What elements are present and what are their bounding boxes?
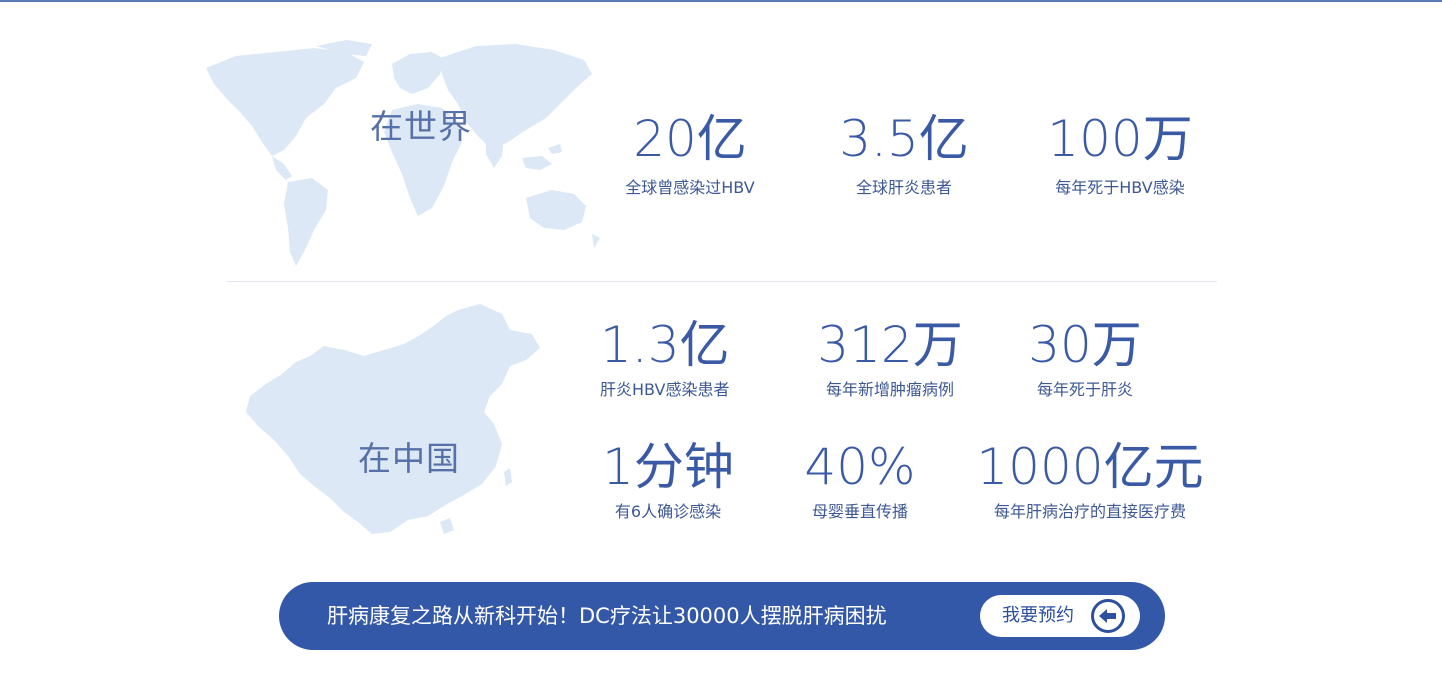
section-divider bbox=[227, 281, 1217, 282]
stat-caption: 母婴垂直传播 bbox=[811, 502, 908, 521]
stat-value: 100万 bbox=[1047, 110, 1193, 168]
stat-value: 312万 bbox=[817, 316, 963, 374]
world-region-label: 在世界 bbox=[370, 107, 472, 146]
stat-caption: 肝炎HBV感染患者 bbox=[600, 380, 730, 399]
stat-value: 30万 bbox=[1028, 316, 1142, 374]
stat-value: 1000亿元 bbox=[976, 438, 1204, 496]
china-map-image bbox=[240, 300, 545, 540]
stat-china-vertical-transmission: 40% 母婴垂直传播 bbox=[790, 442, 930, 520]
stat-value: 1.3亿 bbox=[600, 316, 730, 374]
stat-caption: 每年肝病治疗的直接医疗费 bbox=[993, 502, 1186, 521]
stat-caption: 有6人确诊感染 bbox=[614, 502, 722, 521]
cta-text: 肝病康复之路从新科开始！DC疗法让30000人摆脱肝病困扰 bbox=[327, 604, 887, 628]
stat-caption: 每年死于HBV感染 bbox=[1055, 178, 1185, 197]
stat-world-deaths: 100万 每年死于HBV感染 bbox=[1030, 114, 1210, 196]
stat-caption: 全球肝炎患者 bbox=[855, 178, 952, 197]
appointment-button[interactable]: 我要预约 bbox=[980, 595, 1140, 637]
stat-china-hbv-patients: 1.3亿 肝炎HBV感染患者 bbox=[600, 320, 760, 398]
china-region-label: 在中国 bbox=[358, 439, 460, 478]
world-map-image bbox=[196, 38, 616, 274]
stat-value: 40% bbox=[804, 438, 916, 496]
stat-value: 1分钟 bbox=[602, 438, 734, 496]
stat-china-new-tumors: 312万 每年新增肿瘤病例 bbox=[810, 320, 970, 398]
stat-caption: 每年死于肝炎 bbox=[1036, 380, 1133, 399]
stat-china-medical-cost: 1000亿元 每年肝病治疗的直接医疗费 bbox=[970, 442, 1210, 520]
stat-world-patients: 3.5亿 全球肝炎患者 bbox=[814, 114, 994, 196]
arrow-left-circle-icon bbox=[1090, 598, 1126, 634]
page: 在世界 20亿 全球曾感染过HBV 3.5亿 全球肝炎患者 100万 每年死于H… bbox=[0, 0, 1442, 679]
stat-value: 20亿 bbox=[633, 110, 747, 168]
cta-banner: 肝病康复之路从新科开始！DC疗法让30000人摆脱肝病困扰 我要预约 bbox=[279, 582, 1165, 650]
stat-china-per-minute: 1分钟 有6人确诊感染 bbox=[598, 442, 738, 520]
top-rule bbox=[0, 0, 1442, 2]
appointment-button-label: 我要预约 bbox=[1002, 605, 1074, 626]
stat-caption: 全球曾感染过HBV bbox=[625, 178, 755, 197]
stat-value: 3.5亿 bbox=[839, 110, 969, 168]
stat-world-infected: 20亿 全球曾感染过HBV bbox=[600, 114, 780, 196]
stat-caption: 每年新增肿瘤病例 bbox=[825, 380, 954, 399]
stat-china-deaths: 30万 每年死于肝炎 bbox=[1010, 320, 1160, 398]
